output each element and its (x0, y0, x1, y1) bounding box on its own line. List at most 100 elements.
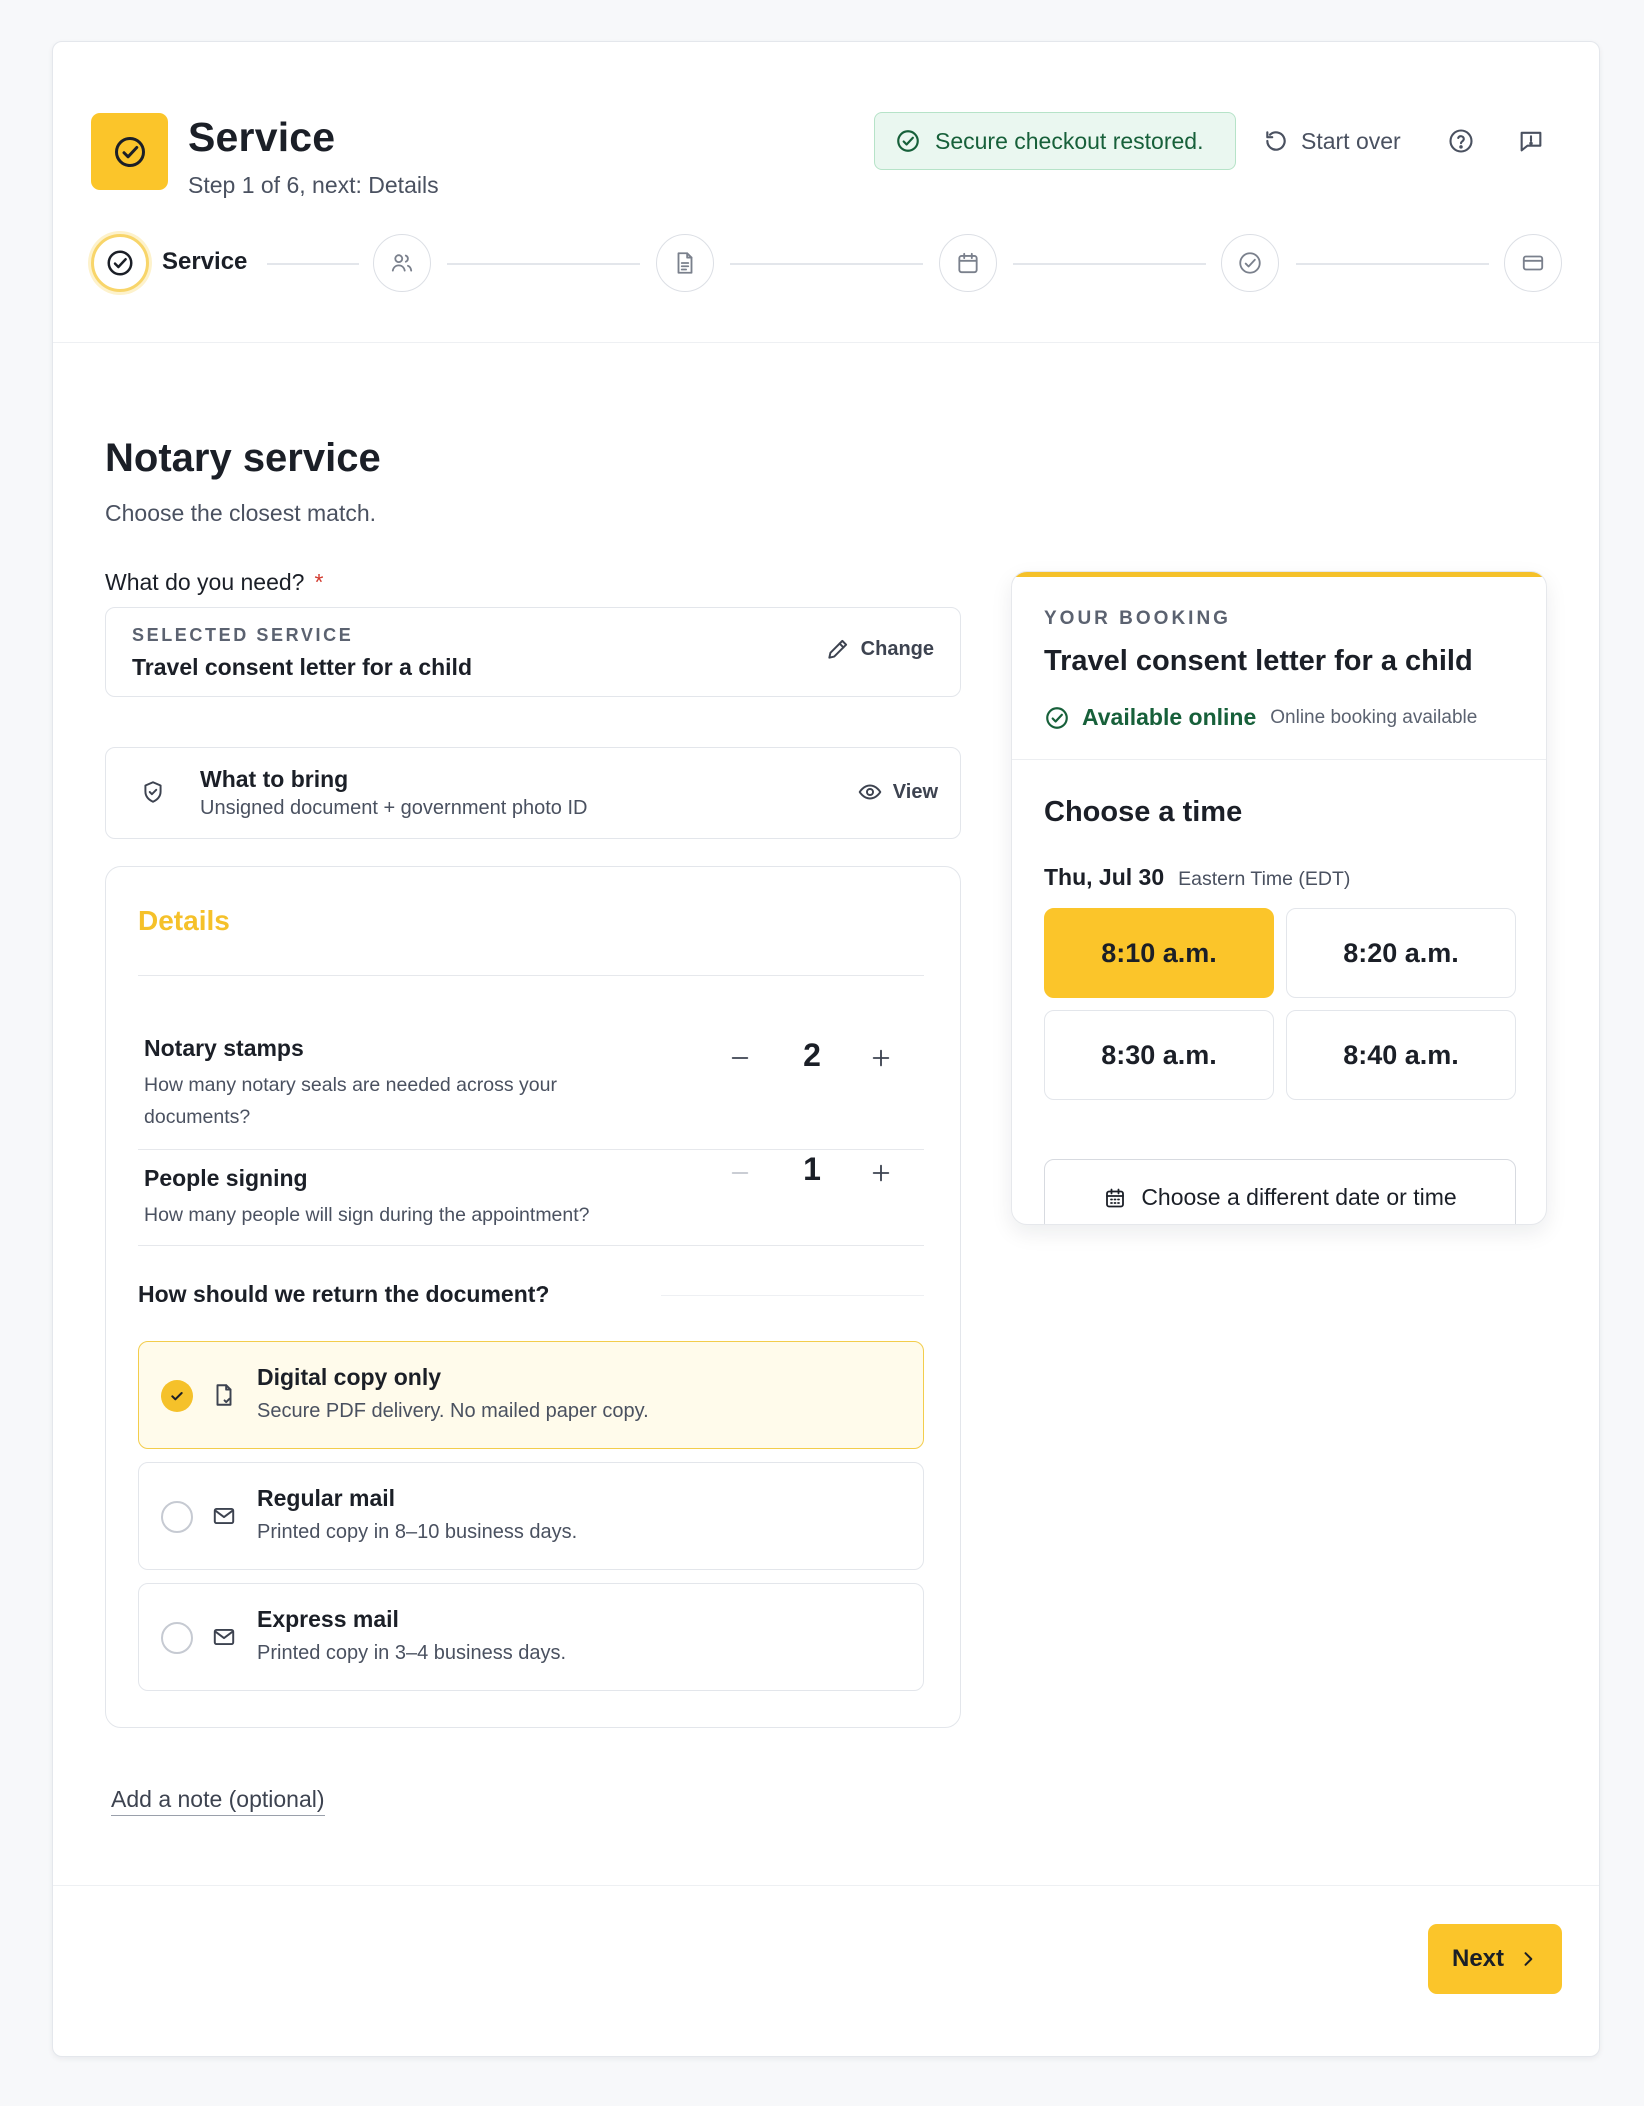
users-icon (391, 254, 413, 272)
radio-unselected[interactable] (161, 1501, 193, 1533)
file-check-icon (211, 1382, 237, 1408)
credit-card-icon (1522, 255, 1544, 271)
page-subtitle: Choose the closest match. (105, 500, 377, 526)
step-connector (730, 263, 923, 265)
secure-checkout-badge: Secure checkout restored. (874, 112, 1236, 170)
availability-status: Available online Online booking availabl… (1044, 704, 1477, 731)
step-review (1221, 234, 1279, 292)
step-connector (1013, 263, 1206, 265)
booking-service-title: Travel consent letter for a child (1044, 645, 1473, 677)
availability-label: Available online (1082, 704, 1257, 730)
notary-stamps-value: 2 (803, 1037, 821, 1073)
notary-stamps-subtitle: How many notary seals are needed across … (144, 1074, 557, 1128)
service-field-label-text: What do you need? (105, 569, 305, 595)
check-icon (171, 1392, 183, 1401)
people-signing-value: 1 (803, 1151, 821, 1187)
mail-icon (211, 1624, 237, 1650)
mail-icon (211, 1503, 237, 1529)
details-title: Details (138, 905, 230, 936)
calendar-icon (958, 252, 978, 274)
return-option-express-mail[interactable]: Express mail Printed copy in 3–4 busines… (138, 1583, 924, 1691)
selected-service-box: SELECTED SERVICE Travel consent letter f… (105, 607, 961, 697)
option-subtitle: Secure PDF delivery. No mailed paper cop… (257, 1400, 649, 1422)
footer-divider (53, 1885, 1599, 1886)
minus-icon (731, 1057, 749, 1059)
option-subtitle: Printed copy in 8–10 business days. (257, 1521, 578, 1543)
check-circle-icon (1239, 252, 1261, 274)
time-slot[interactable]: 8:20 a.m. (1286, 908, 1516, 998)
step-progress-text: Step 1 of 6, next: Details (188, 172, 439, 198)
page-title: Notary service (105, 436, 381, 480)
details-panel: Details Notary stamps How many notary se… (105, 866, 961, 1728)
divider (661, 1295, 924, 1296)
check-circle-icon (897, 130, 919, 152)
step-service[interactable] (91, 234, 149, 292)
step-connector (1296, 263, 1489, 265)
plus-icon (872, 1164, 890, 1182)
radio-unselected[interactable] (161, 1622, 193, 1654)
what-to-bring-title: What to bring (200, 766, 349, 792)
check-circle-icon (114, 136, 145, 167)
radio-selected[interactable] (161, 1380, 193, 1412)
option-title: Express mail (257, 1606, 399, 1632)
choose-different-date-button[interactable]: Choose a different date or time (1044, 1159, 1516, 1224)
step-schedule (939, 234, 997, 292)
return-option-regular-mail[interactable]: Regular mail Printed copy in 8–10 busine… (138, 1462, 924, 1570)
date-label: Thu, Jul 30 (1044, 864, 1165, 890)
service-field-label: What do you need? * (105, 569, 323, 596)
shield-icon (140, 779, 166, 805)
feedback-button[interactable] (1510, 120, 1552, 162)
notary-stamps-decrement[interactable] (722, 1040, 758, 1076)
page-header-title: Service (188, 114, 336, 160)
people-signing-title: People signing (144, 1165, 308, 1191)
notary-stamps-title: Notary stamps (144, 1035, 304, 1061)
people-signing-decrement[interactable] (722, 1155, 758, 1191)
people-signing-subtitle: How many people will sign during the app… (144, 1204, 590, 1226)
option-title: Regular mail (257, 1485, 396, 1511)
view-label: View (892, 780, 938, 803)
people-signing-increment[interactable] (863, 1155, 899, 1191)
divider (138, 1245, 924, 1246)
feedback-icon (1520, 131, 1542, 152)
step-service-label: Service (162, 248, 248, 275)
step-payment (1504, 234, 1562, 292)
choose-time-title: Choose a time (1044, 796, 1243, 828)
accent-bar (1012, 572, 1546, 577)
start-over-button[interactable]: Start over (1263, 112, 1401, 170)
next-label: Next (1451, 1945, 1505, 1972)
header-divider (53, 342, 1599, 343)
change-label: Change (860, 637, 934, 660)
divider (138, 1149, 924, 1150)
next-button[interactable]: Next (1428, 1924, 1562, 1994)
booking-caption: YOUR BOOKING (1044, 608, 1231, 629)
start-over-label: Start over (1301, 127, 1401, 154)
step-people (373, 234, 431, 292)
notary-stamps-increment[interactable] (863, 1040, 899, 1076)
secure-badge-text: Secure checkout restored. (935, 127, 1204, 154)
booking-summary-card: YOUR BOOKING Travel consent letter for a… (1011, 571, 1547, 1225)
time-slot-selected[interactable]: 8:10 a.m. (1044, 908, 1274, 998)
help-icon (1449, 129, 1473, 153)
return-option-digital[interactable]: Digital copy only Secure PDF delivery. N… (138, 1341, 924, 1449)
time-slot[interactable]: 8:30 a.m. (1044, 1010, 1274, 1100)
availability-sub: Online booking available (1270, 706, 1478, 728)
document-icon (677, 252, 693, 274)
pencil-icon (828, 639, 847, 659)
timezone-label: Eastern Time (EDT) (1178, 868, 1351, 890)
checkout-card: Service Step 1 of 6, next: Details Secur… (52, 41, 1600, 2057)
option-title: Digital copy only (257, 1364, 442, 1390)
calendar-icon (1106, 1188, 1125, 1207)
divider (138, 975, 924, 976)
plus-icon (872, 1049, 890, 1067)
add-note-link[interactable]: Add a note (optional) (111, 1786, 325, 1816)
eye-icon (858, 784, 882, 800)
change-service-button[interactable]: Change (825, 636, 934, 662)
minus-icon (731, 1172, 749, 1174)
divider (1012, 759, 1546, 760)
view-requirements-button[interactable]: View (857, 779, 938, 805)
help-button[interactable] (1440, 120, 1482, 162)
choose-different-date-label: Choose a different date or time (1141, 1184, 1457, 1210)
time-slot[interactable]: 8:40 a.m. (1286, 1010, 1516, 1100)
selected-service-caption: SELECTED SERVICE (132, 625, 354, 645)
what-to-bring-box: What to bring Unsigned document + govern… (105, 747, 961, 839)
